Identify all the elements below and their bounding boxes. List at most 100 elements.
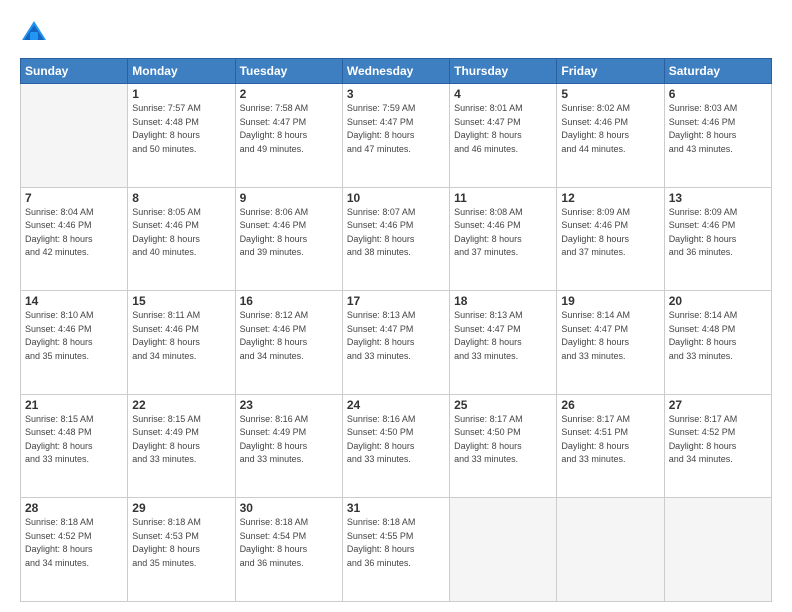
day-number: 8 <box>132 191 230 205</box>
day-number: 13 <box>669 191 767 205</box>
day-number: 19 <box>561 294 659 308</box>
day-info: Sunrise: 8:15 AMSunset: 4:48 PMDaylight:… <box>25 413 123 467</box>
day-number: 1 <box>132 87 230 101</box>
calendar-cell: 23Sunrise: 8:16 AMSunset: 4:49 PMDayligh… <box>235 394 342 498</box>
day-info: Sunrise: 8:05 AMSunset: 4:46 PMDaylight:… <box>132 206 230 260</box>
calendar-cell: 28Sunrise: 8:18 AMSunset: 4:52 PMDayligh… <box>21 498 128 602</box>
calendar-cell: 13Sunrise: 8:09 AMSunset: 4:46 PMDayligh… <box>664 187 771 291</box>
calendar-cell <box>21 84 128 188</box>
day-info: Sunrise: 8:01 AMSunset: 4:47 PMDaylight:… <box>454 102 552 156</box>
weekday-header-friday: Friday <box>557 59 664 84</box>
weekday-header-tuesday: Tuesday <box>235 59 342 84</box>
day-number: 21 <box>25 398 123 412</box>
calendar-cell: 2Sunrise: 7:58 AMSunset: 4:47 PMDaylight… <box>235 84 342 188</box>
weekday-header-wednesday: Wednesday <box>342 59 449 84</box>
day-number: 26 <box>561 398 659 412</box>
weekday-header-sunday: Sunday <box>21 59 128 84</box>
calendar-cell: 19Sunrise: 8:14 AMSunset: 4:47 PMDayligh… <box>557 291 664 395</box>
day-info: Sunrise: 8:03 AMSunset: 4:46 PMDaylight:… <box>669 102 767 156</box>
day-info: Sunrise: 8:16 AMSunset: 4:49 PMDaylight:… <box>240 413 338 467</box>
calendar-cell: 25Sunrise: 8:17 AMSunset: 4:50 PMDayligh… <box>450 394 557 498</box>
calendar-cell: 6Sunrise: 8:03 AMSunset: 4:46 PMDaylight… <box>664 84 771 188</box>
day-info: Sunrise: 8:14 AMSunset: 4:47 PMDaylight:… <box>561 309 659 363</box>
day-number: 6 <box>669 87 767 101</box>
day-number: 3 <box>347 87 445 101</box>
calendar-cell: 8Sunrise: 8:05 AMSunset: 4:46 PMDaylight… <box>128 187 235 291</box>
day-number: 28 <box>25 501 123 515</box>
calendar-cell: 27Sunrise: 8:17 AMSunset: 4:52 PMDayligh… <box>664 394 771 498</box>
header <box>20 18 772 46</box>
day-number: 22 <box>132 398 230 412</box>
page: SundayMondayTuesdayWednesdayThursdayFrid… <box>0 0 792 612</box>
day-info: Sunrise: 8:10 AMSunset: 4:46 PMDaylight:… <box>25 309 123 363</box>
day-info: Sunrise: 8:07 AMSunset: 4:46 PMDaylight:… <box>347 206 445 260</box>
day-info: Sunrise: 8:08 AMSunset: 4:46 PMDaylight:… <box>454 206 552 260</box>
calendar-cell: 15Sunrise: 8:11 AMSunset: 4:46 PMDayligh… <box>128 291 235 395</box>
calendar-cell: 21Sunrise: 8:15 AMSunset: 4:48 PMDayligh… <box>21 394 128 498</box>
day-number: 27 <box>669 398 767 412</box>
calendar-cell: 16Sunrise: 8:12 AMSunset: 4:46 PMDayligh… <box>235 291 342 395</box>
day-info: Sunrise: 8:18 AMSunset: 4:53 PMDaylight:… <box>132 516 230 570</box>
day-number: 11 <box>454 191 552 205</box>
day-number: 4 <box>454 87 552 101</box>
calendar-week-4: 28Sunrise: 8:18 AMSunset: 4:52 PMDayligh… <box>21 498 772 602</box>
day-info: Sunrise: 8:18 AMSunset: 4:54 PMDaylight:… <box>240 516 338 570</box>
day-number: 7 <box>25 191 123 205</box>
calendar-cell: 1Sunrise: 7:57 AMSunset: 4:48 PMDaylight… <box>128 84 235 188</box>
calendar-cell: 31Sunrise: 8:18 AMSunset: 4:55 PMDayligh… <box>342 498 449 602</box>
weekday-header-saturday: Saturday <box>664 59 771 84</box>
calendar-cell: 7Sunrise: 8:04 AMSunset: 4:46 PMDaylight… <box>21 187 128 291</box>
day-info: Sunrise: 8:09 AMSunset: 4:46 PMDaylight:… <box>561 206 659 260</box>
calendar-cell: 26Sunrise: 8:17 AMSunset: 4:51 PMDayligh… <box>557 394 664 498</box>
day-number: 2 <box>240 87 338 101</box>
day-number: 17 <box>347 294 445 308</box>
day-number: 12 <box>561 191 659 205</box>
day-number: 31 <box>347 501 445 515</box>
calendar-cell: 12Sunrise: 8:09 AMSunset: 4:46 PMDayligh… <box>557 187 664 291</box>
day-info: Sunrise: 8:13 AMSunset: 4:47 PMDaylight:… <box>454 309 552 363</box>
day-info: Sunrise: 8:18 AMSunset: 4:55 PMDaylight:… <box>347 516 445 570</box>
day-number: 16 <box>240 294 338 308</box>
day-number: 29 <box>132 501 230 515</box>
day-info: Sunrise: 8:14 AMSunset: 4:48 PMDaylight:… <box>669 309 767 363</box>
day-info: Sunrise: 7:57 AMSunset: 4:48 PMDaylight:… <box>132 102 230 156</box>
day-info: Sunrise: 8:11 AMSunset: 4:46 PMDaylight:… <box>132 309 230 363</box>
calendar-cell: 4Sunrise: 8:01 AMSunset: 4:47 PMDaylight… <box>450 84 557 188</box>
day-number: 15 <box>132 294 230 308</box>
calendar-cell <box>450 498 557 602</box>
calendar-cell: 17Sunrise: 8:13 AMSunset: 4:47 PMDayligh… <box>342 291 449 395</box>
calendar-cell: 10Sunrise: 8:07 AMSunset: 4:46 PMDayligh… <box>342 187 449 291</box>
day-number: 20 <box>669 294 767 308</box>
calendar-cell: 11Sunrise: 8:08 AMSunset: 4:46 PMDayligh… <box>450 187 557 291</box>
day-info: Sunrise: 7:59 AMSunset: 4:47 PMDaylight:… <box>347 102 445 156</box>
day-number: 23 <box>240 398 338 412</box>
logo <box>20 18 52 46</box>
calendar-cell: 22Sunrise: 8:15 AMSunset: 4:49 PMDayligh… <box>128 394 235 498</box>
day-info: Sunrise: 7:58 AMSunset: 4:47 PMDaylight:… <box>240 102 338 156</box>
calendar-week-2: 14Sunrise: 8:10 AMSunset: 4:46 PMDayligh… <box>21 291 772 395</box>
day-number: 18 <box>454 294 552 308</box>
day-number: 9 <box>240 191 338 205</box>
day-number: 5 <box>561 87 659 101</box>
day-info: Sunrise: 8:06 AMSunset: 4:46 PMDaylight:… <box>240 206 338 260</box>
day-info: Sunrise: 8:16 AMSunset: 4:50 PMDaylight:… <box>347 413 445 467</box>
calendar-body: 1Sunrise: 7:57 AMSunset: 4:48 PMDaylight… <box>21 84 772 602</box>
calendar-cell: 20Sunrise: 8:14 AMSunset: 4:48 PMDayligh… <box>664 291 771 395</box>
calendar-cell: 29Sunrise: 8:18 AMSunset: 4:53 PMDayligh… <box>128 498 235 602</box>
day-number: 10 <box>347 191 445 205</box>
day-info: Sunrise: 8:17 AMSunset: 4:51 PMDaylight:… <box>561 413 659 467</box>
calendar-cell <box>557 498 664 602</box>
weekday-row: SundayMondayTuesdayWednesdayThursdayFrid… <box>21 59 772 84</box>
calendar-cell: 30Sunrise: 8:18 AMSunset: 4:54 PMDayligh… <box>235 498 342 602</box>
day-info: Sunrise: 8:15 AMSunset: 4:49 PMDaylight:… <box>132 413 230 467</box>
day-number: 25 <box>454 398 552 412</box>
day-info: Sunrise: 8:17 AMSunset: 4:52 PMDaylight:… <box>669 413 767 467</box>
day-info: Sunrise: 8:02 AMSunset: 4:46 PMDaylight:… <box>561 102 659 156</box>
day-info: Sunrise: 8:13 AMSunset: 4:47 PMDaylight:… <box>347 309 445 363</box>
day-info: Sunrise: 8:18 AMSunset: 4:52 PMDaylight:… <box>25 516 123 570</box>
calendar-cell: 9Sunrise: 8:06 AMSunset: 4:46 PMDaylight… <box>235 187 342 291</box>
day-info: Sunrise: 8:04 AMSunset: 4:46 PMDaylight:… <box>25 206 123 260</box>
weekday-header-thursday: Thursday <box>450 59 557 84</box>
calendar-cell: 5Sunrise: 8:02 AMSunset: 4:46 PMDaylight… <box>557 84 664 188</box>
day-number: 30 <box>240 501 338 515</box>
